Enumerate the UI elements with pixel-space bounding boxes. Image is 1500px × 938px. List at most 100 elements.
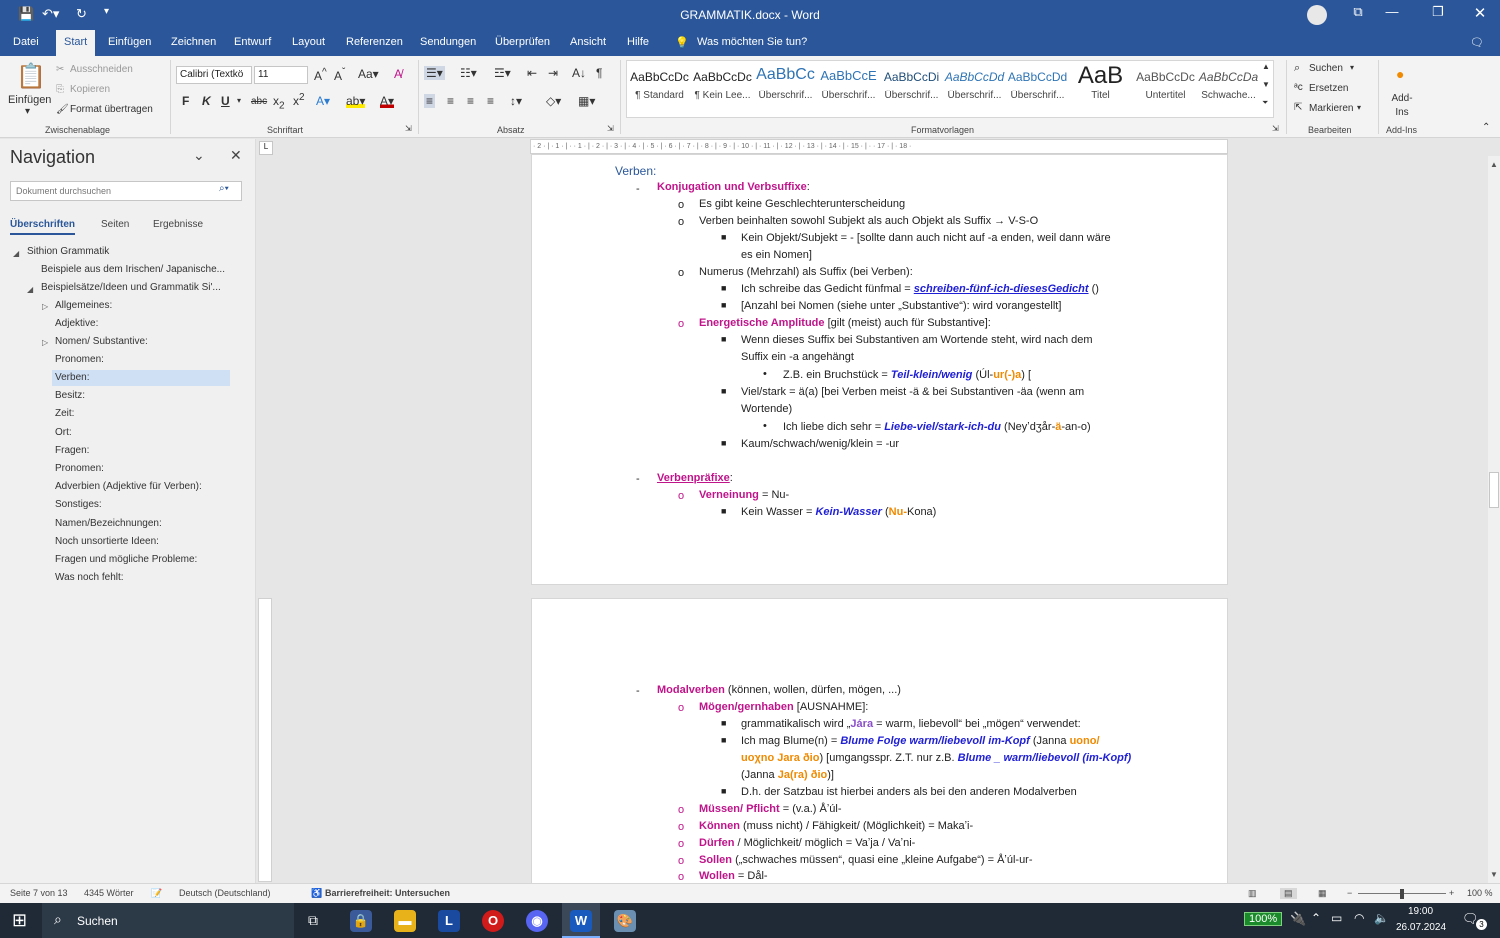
justify-icon[interactable]: ≡	[487, 94, 494, 108]
tab-sendungen[interactable]: Sendungen	[420, 36, 476, 48]
list-item[interactable]: Verneinung = Nu-	[699, 489, 789, 501]
horizontal-ruler[interactable]: · 2 · | · 1 · | · · 1 · | · 2 · | · 3 · …	[530, 139, 1228, 154]
nav-heading-fragen-probleme[interactable]: Fragen und mögliche Probleme:	[55, 552, 197, 568]
italic-icon[interactable]: K	[202, 94, 211, 108]
vertical-ruler[interactable]	[258, 598, 272, 882]
list-item[interactable]: [Anzahl bei Nomen (siehe unter „Substant…	[741, 300, 1061, 312]
ribbon-display-icon[interactable]: ⧉	[1346, 4, 1370, 24]
font-size-select[interactable]: 11	[254, 66, 308, 84]
subscript-icon[interactable]: x2	[273, 94, 285, 111]
scrollbar-thumb[interactable]	[1489, 472, 1499, 508]
close-icon[interactable]: ✕	[1468, 4, 1492, 24]
line-spacing-icon[interactable]: ↕▾	[510, 94, 522, 108]
paragraph-dialog-launcher-icon[interactable]: ⇲	[607, 124, 614, 133]
copy-button[interactable]: Kopieren	[70, 84, 110, 95]
proofing-icon[interactable]: 📝	[151, 888, 162, 899]
style-subtitle[interactable]: AaBbCcDc Untertitel	[1134, 62, 1197, 114]
accessibility-icon[interactable]: ♿	[311, 888, 322, 899]
underline-icon[interactable]: U	[221, 94, 230, 108]
list-item[interactable]: D.h. der Satzbau ist hierbei anders als …	[741, 786, 1077, 798]
tab-layout[interactable]: Layout	[292, 36, 325, 48]
text-effects-icon[interactable]: A▾	[316, 94, 330, 108]
list-item[interactable]: Viel/stark = ä(a) [bei Verben meist -ä &…	[741, 386, 1084, 398]
grow-font-icon[interactable]: A^	[314, 67, 327, 83]
list-item[interactable]: Sollen („schwaches müssen“, quasi eine „…	[699, 854, 1033, 866]
align-left-icon[interactable]: ≡	[424, 94, 436, 108]
language-status[interactable]: Deutsch (Deutschland)	[179, 888, 271, 898]
maximize-icon[interactable]: ❐	[1426, 4, 1450, 24]
select-dropdown-icon[interactable]: ▾	[1357, 103, 1361, 112]
zoom-in-icon[interactable]: +	[1449, 888, 1454, 898]
paint-icon[interactable]: 🎨	[614, 910, 636, 932]
volume-icon[interactable]: 🔈	[1374, 911, 1389, 925]
highlight-icon[interactable]: ab▾	[346, 94, 366, 108]
align-center-icon[interactable]: ≡	[447, 94, 454, 108]
nav-heading-ort[interactable]: Ort:	[55, 425, 72, 441]
clear-formatting-icon[interactable]: A̸	[394, 67, 402, 81]
nav-options-icon[interactable]: ⌄	[193, 147, 205, 164]
scroll-up-icon[interactable]: ▲	[1490, 160, 1498, 169]
print-layout-icon[interactable]: ▤	[1280, 888, 1297, 899]
collapse-ribbon-icon[interactable]: ⌃	[1482, 122, 1490, 133]
tab-einfuegen[interactable]: Einfügen	[108, 36, 151, 48]
list-item[interactable]: grammatikalisch wird „Jára = warm, liebe…	[741, 718, 1081, 730]
nav-heading-adverbien[interactable]: Adverbien (Adjektive für Verben):	[55, 479, 202, 495]
paste-dropdown-icon[interactable]: ▾	[25, 106, 30, 117]
task-view-icon[interactable]: ⧉	[308, 912, 318, 929]
style-kein-leerraum[interactable]: AaBbCcDc ¶ Kein Lee...	[691, 62, 754, 114]
tab-ansicht[interactable]: Ansicht	[570, 36, 606, 48]
bold-icon[interactable]: F	[182, 94, 189, 108]
discord-icon[interactable]: ◉	[526, 910, 548, 932]
l-app-icon[interactable]: L	[438, 910, 460, 932]
list-item[interactable]: Numerus (Mehrzahl) als Suffix (bei Verbe…	[699, 266, 913, 278]
list-item[interactable]: Müssen/ Pflicht = (v.a.) Åʼúl-	[699, 803, 842, 815]
read-mode-icon[interactable]: ▥	[1248, 888, 1257, 899]
nav-search-icon[interactable]: ⌕▾	[219, 183, 229, 194]
list-item-continued[interactable]: (Janna Ja(ra) ðio)]	[741, 769, 834, 781]
nav-heading-verben[interactable]: Verben:	[52, 370, 230, 386]
font-color-icon[interactable]: A▾	[380, 94, 395, 108]
shrink-font-icon[interactable]: Aˇ	[334, 67, 345, 83]
cut-icon[interactable]: ✂	[56, 64, 64, 75]
avatar[interactable]	[1307, 5, 1327, 25]
windows-start-icon[interactable]: ⊞	[12, 910, 27, 931]
styles-scroll-up-icon[interactable]: ▲	[1262, 62, 1270, 71]
styles-scroll-down-icon[interactable]: ▼	[1262, 80, 1270, 89]
clock-time[interactable]: 19:00	[1408, 906, 1433, 917]
numbering-icon[interactable]: ☷▾	[460, 66, 477, 80]
nav-heading-fragen[interactable]: Fragen:	[55, 443, 89, 459]
addins-button[interactable]: Add-Ins	[1389, 92, 1415, 120]
nav-heading-zeit[interactable]: Zeit:	[55, 406, 74, 422]
strikethrough-icon[interactable]: abc	[251, 96, 267, 107]
tab-selector-icon[interactable]: L	[259, 141, 273, 155]
sort-icon[interactable]: A↓	[572, 66, 586, 80]
increase-indent-icon[interactable]: ⇥	[548, 66, 558, 80]
search-button[interactable]: Suchen	[1309, 63, 1343, 74]
replace-button[interactable]: Ersetzen	[1309, 83, 1348, 94]
list-item[interactable]: Ich mag Blume(n) = Blume Folge warm/lieb…	[741, 735, 1100, 747]
clock-date[interactable]: 26.07.2024	[1396, 922, 1446, 933]
tab-hilfe[interactable]: Hilfe	[627, 36, 649, 48]
list-item[interactable]: Konjugation und Verbsuffixe:	[657, 181, 810, 193]
collapse-triangle-icon[interactable]: ◢	[13, 249, 19, 258]
list-item[interactable]: Mögen/gernhaben [AUSNAHME]:	[699, 701, 868, 713]
tab-ueberpruefen[interactable]: Überprüfen	[495, 36, 550, 48]
nav-tab-pages[interactable]: Seiten	[101, 219, 129, 230]
tab-start[interactable]: Start	[56, 30, 96, 56]
file-explorer-icon[interactable]: ▬	[394, 910, 416, 932]
style-heading-2[interactable]: AaBbCcE Überschrif...	[817, 62, 880, 114]
list-item[interactable]: Modalverben (können, wollen, dürfen, mög…	[657, 684, 901, 696]
select-icon[interactable]: ⇱	[1294, 102, 1302, 113]
nav-heading-beispielsaetze[interactable]: Beispielsätze/Ideen und Grammatik Si'...	[41, 280, 221, 296]
tell-me-search[interactable]: Was möchten Sie tun?	[697, 36, 807, 48]
bullets-icon[interactable]: ☰▾	[424, 66, 445, 80]
select-button[interactable]: Markieren	[1309, 103, 1353, 114]
tab-zeichnen[interactable]: Zeichnen	[171, 36, 216, 48]
style-heading-4[interactable]: AaBbCcDd Überschrif...	[943, 62, 1006, 114]
nav-search-input[interactable]: Dokument durchsuchen	[10, 181, 242, 201]
decrease-indent-icon[interactable]: ⇤	[527, 66, 537, 80]
expand-triangle-icon[interactable]: ▷	[42, 302, 48, 311]
nav-heading-nomen[interactable]: Nomen/ Substantive:	[55, 334, 148, 350]
web-layout-icon[interactable]: ▦	[1318, 888, 1327, 899]
show-hidden-icons[interactable]: ⌃	[1311, 911, 1321, 925]
